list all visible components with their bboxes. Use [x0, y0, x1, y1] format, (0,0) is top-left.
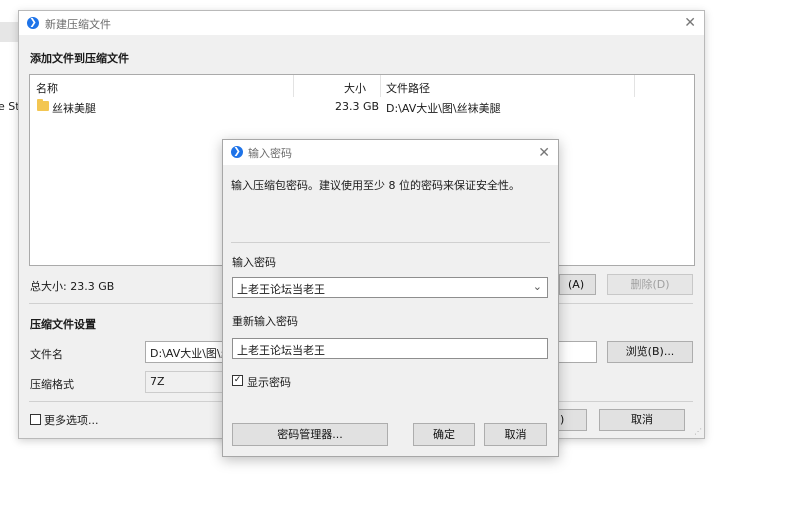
filename-label: 文件名 [30, 348, 63, 361]
ok-button[interactable]: ) [557, 409, 587, 431]
dialog-logo-icon: ❯ [231, 146, 243, 158]
resize-grip-icon[interactable]: ⋰ [694, 427, 702, 436]
dialog-cancel-button[interactable]: 取消 [484, 423, 547, 446]
app-logo-icon: ❯ [27, 17, 39, 29]
dialog-ok-button[interactable]: 确定 [413, 423, 475, 446]
chevron-down-icon[interactable]: ⌄ [533, 280, 542, 293]
dialog-title: 输入密码 [248, 147, 292, 160]
password-dialog: ❯ 输入密码 ✕ 输入压缩包密码。建议使用至少 8 位的密码来保证安全性。 输入… [222, 139, 559, 457]
add-files-heading: 添加文件到压缩文件 [30, 52, 129, 65]
folder-icon [37, 99, 49, 111]
background-strip [0, 22, 18, 42]
more-options-checkbox[interactable] [30, 414, 41, 425]
repeat-password-label: 重新输入密码 [232, 315, 298, 328]
add-button[interactable]: (A) [559, 274, 596, 295]
more-options-label[interactable]: 更多选项... [44, 412, 99, 428]
dialog-close-icon[interactable]: ✕ [538, 146, 550, 160]
browse-button[interactable]: 浏览(B)... [607, 341, 693, 363]
archive-settings-heading: 压缩文件设置 [30, 318, 96, 331]
password-input[interactable]: 上老王论坛当老王 ⌄ [232, 277, 548, 298]
file-size: 23.3 GB [335, 100, 380, 113]
show-password-checkbox[interactable]: ✓ [232, 375, 243, 386]
window-title: 新建压缩文件 [45, 18, 111, 31]
cancel-button[interactable]: 取消 [599, 409, 685, 431]
window-titlebar[interactable]: ❯ 新建压缩文件 ✕ [19, 11, 704, 35]
password-label: 输入密码 [232, 256, 276, 269]
repeat-password-input[interactable]: 上老王论坛当老王 [232, 338, 548, 359]
table-row[interactable]: 丝袜美腿 23.3 GB D:\AV大业\图\丝袜美腿 [30, 97, 694, 115]
format-label: 压缩格式 [30, 378, 74, 391]
total-size-label: 总大小: 23.3 GB [30, 280, 115, 293]
delete-button[interactable]: 删除(D) [607, 274, 693, 295]
password-hint: 输入压缩包密码。建议使用至少 8 位的密码来保证安全性。 [231, 179, 520, 192]
password-manager-button[interactable]: 密码管理器... [232, 423, 388, 446]
window-close-icon[interactable]: ✕ [684, 16, 696, 30]
password-value: 上老王论坛当老王 [237, 283, 325, 296]
column-header-size[interactable]: 大小 [344, 80, 366, 96]
filename-input-tail[interactable] [557, 341, 597, 363]
column-header-path[interactable]: 文件路径 [386, 80, 430, 96]
show-password-label[interactable]: 显示密码 [247, 374, 291, 390]
file-path: D:\AV大业\图\丝袜美腿 [386, 102, 501, 115]
format-select[interactable]: 7Z [145, 371, 223, 393]
filename-input[interactable]: D:\AV大业\图\丝袜 [145, 341, 223, 363]
file-name: 丝袜美腿 [52, 102, 96, 115]
dialog-titlebar[interactable]: ❯ 输入密码 ✕ [223, 140, 558, 165]
column-header-name[interactable]: 名称 [36, 80, 58, 96]
background-partial-text: e St [0, 100, 20, 113]
